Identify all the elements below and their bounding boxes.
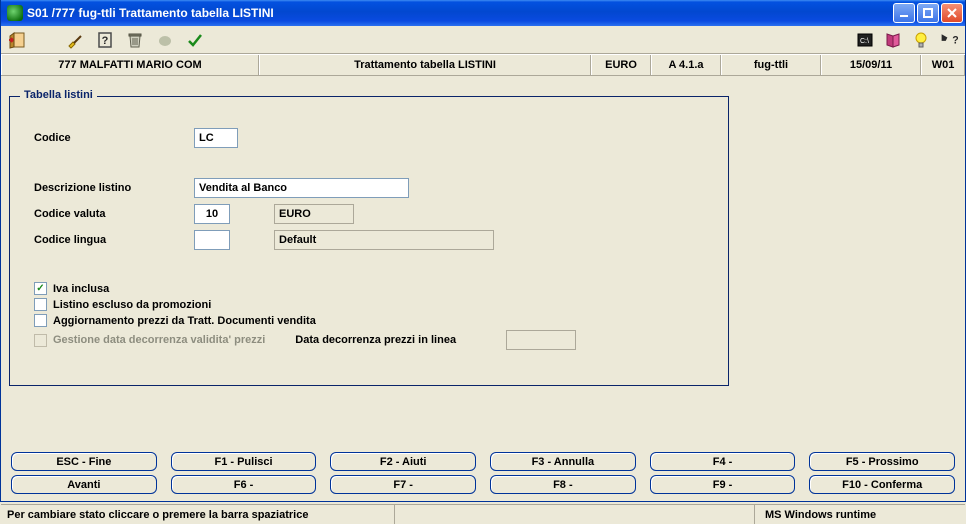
iva-row: ✓ Iva inclusa: [34, 282, 704, 295]
status-middle: [395, 505, 755, 524]
window-buttons: [893, 3, 963, 23]
svg-text:?: ?: [952, 34, 958, 46]
status-left: Per cambiare stato cliccare o premere la…: [1, 505, 395, 524]
agg-checkbox[interactable]: [34, 314, 47, 327]
trash-icon[interactable]: [125, 30, 145, 50]
info-version: A 4.1.a: [651, 55, 721, 75]
descrizione-label: Descrizione listino: [34, 182, 194, 194]
decorrenza-box: [506, 330, 576, 350]
lingua-label: Codice lingua: [34, 234, 194, 246]
tabella-listini-group: Tabella listini Codice Descrizione listi…: [9, 96, 729, 386]
book-icon[interactable]: [883, 30, 903, 50]
help-icon[interactable]: ?: [95, 30, 115, 50]
lingua-desc: Default: [274, 230, 494, 250]
agg-row: Aggiornamento prezzi da Tratt. Documenti…: [34, 314, 704, 327]
avanti-button[interactable]: Avanti: [11, 475, 157, 494]
agg-label: Aggiornamento prezzi da Tratt. Documenti…: [53, 315, 316, 327]
esc-button[interactable]: ESC - Fine: [11, 452, 157, 471]
fnkeys: ESC - Fine F1 - Pulisci F2 - Aiuti F3 - …: [1, 448, 965, 504]
gest-label: Gestione data decorrenza validita' prezz…: [53, 334, 265, 346]
close-button[interactable]: [941, 3, 963, 23]
svg-text:?: ?: [102, 35, 109, 47]
codice-label: Codice: [34, 132, 194, 144]
f10-button[interactable]: F10 - Conferma: [809, 475, 955, 494]
exit-icon[interactable]: [7, 30, 27, 50]
f9-button[interactable]: F9 -: [650, 475, 796, 494]
codice-input[interactable]: [194, 128, 238, 148]
group-legend: Tabella listini: [20, 89, 97, 101]
gest-checkbox: [34, 334, 47, 347]
valuta-label: Codice valuta: [34, 208, 194, 220]
f5-button[interactable]: F5 - Prossimo: [809, 452, 955, 471]
iva-checkbox[interactable]: ✓: [34, 282, 47, 295]
f2-button[interactable]: F2 - Aiuti: [330, 452, 476, 471]
promo-label: Listino escluso da promozioni: [53, 299, 211, 311]
f1-button[interactable]: F1 - Pulisci: [171, 452, 317, 471]
lightbulb-icon[interactable]: [911, 30, 931, 50]
context-help-icon[interactable]: ?: [939, 30, 959, 50]
f4-button[interactable]: F4 -: [650, 452, 796, 471]
titlebar: S01 /777 fug-ttli Trattamento tabella LI…: [1, 0, 965, 26]
descrizione-input[interactable]: [194, 178, 409, 198]
status-right: MS Windows runtime: [755, 505, 965, 524]
app-icon: [7, 5, 23, 21]
main-area: Tabella listini Codice Descrizione listi…: [1, 76, 965, 448]
promo-checkbox[interactable]: [34, 298, 47, 311]
toolbar: ? C:\ ?: [1, 26, 965, 54]
iva-label: Iva inclusa: [53, 283, 109, 295]
maximize-button[interactable]: [917, 3, 939, 23]
svg-text:C:\: C:\: [860, 38, 869, 45]
gest-row: Gestione data decorrenza validita' prezz…: [34, 330, 704, 350]
decorrenza-label: Data decorrenza prezzi in linea: [295, 334, 456, 346]
check-icon[interactable]: [185, 30, 205, 50]
f8-button[interactable]: F8 -: [490, 475, 636, 494]
info-user: 777 MALFATTI MARIO COM: [1, 55, 259, 75]
valuta-desc: EURO: [274, 204, 354, 224]
f7-button[interactable]: F7 -: [330, 475, 476, 494]
terminal-icon[interactable]: C:\: [855, 30, 875, 50]
lingua-code-input[interactable]: [194, 230, 230, 250]
info-title: Trattamento tabella LISTINI: [259, 55, 591, 75]
blob-icon[interactable]: [155, 30, 175, 50]
minimize-button[interactable]: [893, 3, 915, 23]
info-row: 777 MALFATTI MARIO COM Trattamento tabel…: [1, 54, 965, 76]
valuta-code-input[interactable]: [194, 204, 230, 224]
info-currency: EURO: [591, 55, 651, 75]
promo-row: Listino escluso da promozioni: [34, 298, 704, 311]
f6-button[interactable]: F6 -: [171, 475, 317, 494]
statusbar: Per cambiare stato cliccare o premere la…: [1, 504, 965, 524]
window-title: S01 /777 fug-ttli Trattamento tabella LI…: [27, 6, 893, 20]
info-module: fug-ttli: [721, 55, 821, 75]
brush-icon[interactable]: [65, 30, 85, 50]
info-date: 15/09/11: [821, 55, 921, 75]
f3-button[interactable]: F3 - Annulla: [490, 452, 636, 471]
info-workstation: W01: [921, 55, 965, 75]
